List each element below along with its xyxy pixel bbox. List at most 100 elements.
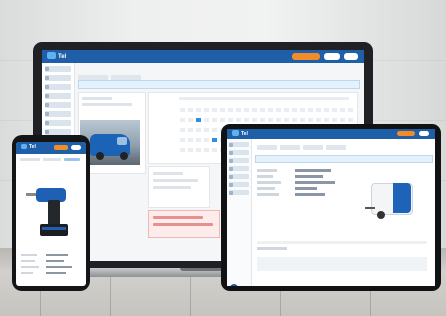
- tab[interactable]: [326, 145, 346, 150]
- calendar-day[interactable]: [292, 118, 297, 122]
- tab[interactable]: [257, 145, 277, 150]
- calendar-day[interactable]: [284, 108, 289, 112]
- sidebar-item[interactable]: [45, 111, 71, 117]
- tab[interactable]: [20, 158, 40, 161]
- calendar-day[interactable]: [292, 108, 297, 112]
- sidebar-item[interactable]: [229, 182, 249, 187]
- calendar-day[interactable]: [236, 118, 241, 122]
- sidebar-item[interactable]: [45, 102, 71, 108]
- calendar-day[interactable]: [188, 118, 193, 122]
- calendar-day[interactable]: [180, 148, 185, 152]
- calendar-day[interactable]: [196, 148, 201, 152]
- calendar-day[interactable]: [276, 108, 281, 112]
- calendar-day[interactable]: [244, 108, 249, 112]
- calendar-day[interactable]: [276, 118, 281, 122]
- calendar-day[interactable]: [308, 118, 313, 122]
- calendar-day[interactable]: [244, 118, 249, 122]
- sidebar-item[interactable]: [45, 66, 71, 72]
- calendar-day[interactable]: [196, 138, 201, 142]
- sidebar-item[interactable]: [45, 93, 71, 99]
- calendar-day[interactable]: [188, 138, 193, 142]
- calendar-day[interactable]: [316, 108, 321, 112]
- sidebar: [227, 139, 252, 286]
- app-logo[interactable]: Tel: [232, 130, 248, 137]
- calendar-day[interactable]: [196, 118, 201, 122]
- sidebar-item[interactable]: [229, 190, 249, 195]
- calendar-day[interactable]: [180, 118, 185, 122]
- calendar-day[interactable]: [220, 118, 225, 122]
- settings-icon[interactable]: [344, 53, 358, 60]
- calendar-day[interactable]: [260, 108, 265, 112]
- calendar-day[interactable]: [268, 118, 273, 122]
- calendar-day[interactable]: [324, 118, 329, 122]
- sidebar-item[interactable]: [45, 75, 71, 81]
- calendar-day[interactable]: [212, 128, 217, 132]
- calendar-day[interactable]: [284, 118, 289, 122]
- calendar-day[interactable]: [252, 108, 257, 112]
- header-action-button[interactable]: [54, 145, 68, 150]
- tab[interactable]: [280, 145, 300, 150]
- sidebar-item[interactable]: [229, 174, 249, 179]
- header-action-button[interactable]: [397, 131, 415, 136]
- help-button[interactable]: [230, 284, 238, 286]
- field-value: [295, 175, 323, 178]
- calendar-day[interactable]: [180, 108, 185, 112]
- app-logo[interactable]: Tel: [47, 52, 66, 60]
- calendar-day[interactable]: [236, 108, 241, 112]
- menu-icon[interactable]: [71, 145, 81, 150]
- field-value: [46, 254, 68, 256]
- calendar-day[interactable]: [204, 148, 209, 152]
- tab[interactable]: [64, 158, 80, 161]
- calendar-day[interactable]: [228, 108, 233, 112]
- calendar-day[interactable]: [188, 128, 193, 132]
- calendar-day[interactable]: [220, 108, 225, 112]
- calendar-day[interactable]: [180, 138, 185, 142]
- tab[interactable]: [303, 145, 323, 150]
- sidebar-item[interactable]: [229, 142, 249, 147]
- calendar-day[interactable]: [348, 118, 353, 122]
- calendar-day[interactable]: [212, 148, 217, 152]
- calendar-day[interactable]: [228, 118, 233, 122]
- calendar-day[interactable]: [268, 108, 273, 112]
- tab[interactable]: [43, 158, 61, 161]
- calendar-day[interactable]: [332, 118, 337, 122]
- calendar-day[interactable]: [204, 108, 209, 112]
- calendar-day[interactable]: [188, 108, 193, 112]
- calendar-day[interactable]: [348, 108, 353, 112]
- header-action-button[interactable]: [292, 53, 320, 60]
- calendar-day[interactable]: [332, 108, 337, 112]
- calendar-day[interactable]: [252, 118, 257, 122]
- calendar-day[interactable]: [212, 118, 217, 122]
- user-menu[interactable]: [324, 53, 340, 60]
- sidebar-item[interactable]: [229, 158, 249, 163]
- calendar-day[interactable]: [340, 108, 345, 112]
- calendar-day[interactable]: [196, 108, 201, 112]
- calendar-day[interactable]: [340, 118, 345, 122]
- sidebar-item[interactable]: [229, 166, 249, 171]
- calendar-day[interactable]: [300, 118, 305, 122]
- sidebar-item[interactable]: [229, 150, 249, 155]
- calendar-day[interactable]: [316, 118, 321, 122]
- sidebar-item[interactable]: [45, 120, 71, 126]
- calendar-day[interactable]: [212, 108, 217, 112]
- field-value: [295, 193, 325, 196]
- calendar-day[interactable]: [300, 108, 305, 112]
- field-label: [257, 193, 279, 196]
- field-label: [257, 187, 275, 190]
- field-label: [21, 266, 39, 268]
- calendar-day[interactable]: [196, 128, 201, 132]
- calendar-day[interactable]: [188, 148, 193, 152]
- user-menu[interactable]: [419, 131, 429, 136]
- calendar-day[interactable]: [204, 118, 209, 122]
- calendar-day[interactable]: [180, 128, 185, 132]
- calendar-day[interactable]: [204, 138, 209, 142]
- calendar-day[interactable]: [212, 138, 217, 142]
- detail-line: [153, 186, 191, 189]
- calendar-day[interactable]: [324, 108, 329, 112]
- app-logo[interactable]: Tel: [21, 144, 36, 150]
- calendar-day[interactable]: [204, 128, 209, 132]
- field-value: [295, 169, 331, 172]
- sidebar-item[interactable]: [45, 84, 71, 90]
- calendar-day[interactable]: [260, 118, 265, 122]
- calendar-day[interactable]: [308, 108, 313, 112]
